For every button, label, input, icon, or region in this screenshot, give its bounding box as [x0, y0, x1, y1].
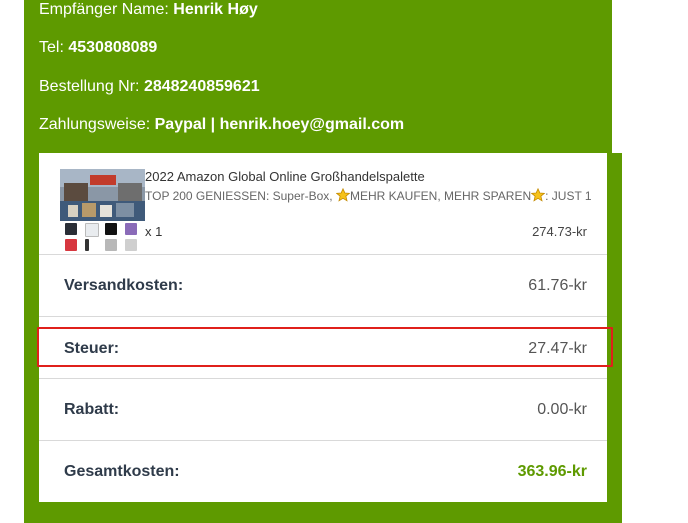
divider	[39, 440, 607, 441]
discount-label: Rabatt:	[64, 401, 120, 418]
star-icon	[530, 187, 546, 202]
phone-label: Tel:	[39, 39, 69, 56]
shipping-label: Versandkosten:	[64, 277, 184, 294]
product-quantity: x 1	[145, 224, 163, 239]
thumbnail-laptop	[105, 239, 117, 251]
recipient-value: Henrik Høy	[173, 1, 258, 18]
total-value: 363.96-kr	[517, 463, 587, 480]
product-subtitle-part2: MEHR KAUFEN, MEHR SPAREN	[349, 189, 532, 203]
payment-value: Paypal | henrik.hoey@gmail.com	[154, 116, 405, 133]
scrollbar-track[interactable]	[612, 0, 622, 153]
product-title[interactable]: 2022 Amazon Global Online Großhandelspal…	[145, 169, 425, 184]
thumbnail-box	[85, 223, 99, 237]
discount-value: 0.00-kr	[537, 401, 587, 418]
product-price: 274.73-kr	[532, 224, 587, 239]
divider	[39, 378, 607, 379]
product-thumbnails	[63, 222, 143, 254]
shipping-value: 61.76-kr	[528, 277, 587, 294]
tax-row-highlight	[37, 327, 613, 367]
order-value: 2848240859621	[143, 78, 260, 95]
thumbnail-tv	[105, 223, 117, 235]
product-subtitle: TOP 200 GENIESSEN: Super-Box, MEHR KAUFE…	[145, 187, 592, 203]
thumbnail-stick	[85, 239, 89, 251]
divider	[39, 254, 607, 255]
thumbnail-accessory	[65, 239, 77, 251]
order-label: Bestellung Nr:	[39, 78, 144, 95]
product-subtitle-part3: : JUST 1	[545, 189, 592, 203]
product-image[interactable]	[60, 169, 145, 221]
thumbnail-tablet	[125, 223, 137, 235]
recipient-label: Empfänger Name:	[39, 1, 174, 18]
thumbnail-phone	[65, 223, 77, 235]
order-number-line: Bestellung Nr: 2848240859621	[39, 78, 260, 96]
divider	[39, 316, 607, 317]
total-label: Gesamtkosten:	[64, 463, 180, 480]
phone-line: Tel: 4530808089	[39, 39, 157, 57]
thumbnail-device	[125, 239, 137, 251]
recipient-line: Empfänger Name: Henrik Høy	[39, 1, 258, 19]
payment-line: Zahlungsweise: Paypal | henrik.hoey@gmai…	[39, 116, 404, 134]
product-subtitle-part1: TOP 200 GENIESSEN: Super-Box,	[145, 189, 336, 203]
phone-value: 4530808089	[68, 39, 158, 56]
star-icon	[335, 187, 351, 202]
payment-label: Zahlungsweise:	[39, 116, 155, 133]
